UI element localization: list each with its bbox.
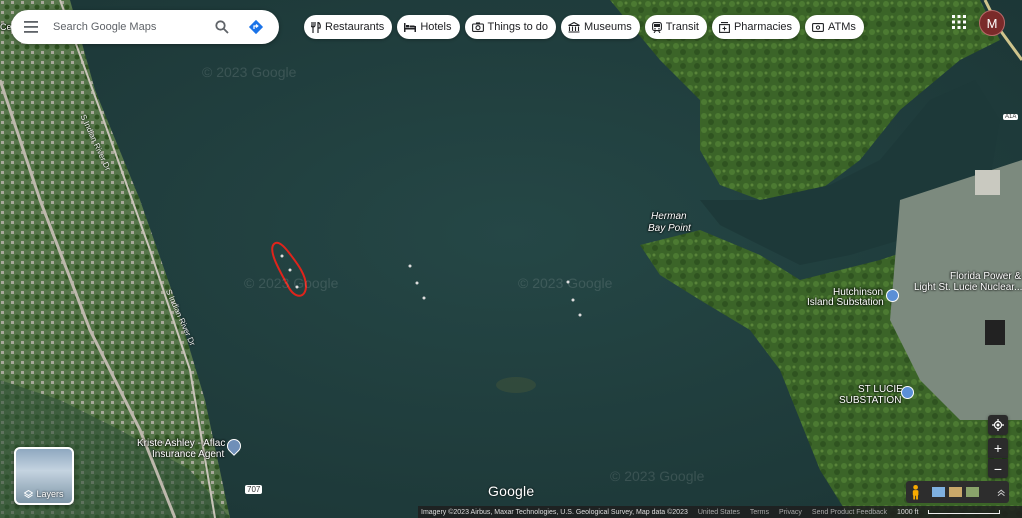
- search-box: [11, 10, 279, 44]
- atm-icon: [812, 22, 824, 32]
- place-label-hutchinson-2[interactable]: Island Substation: [807, 297, 884, 308]
- imagery-thumbnail[interactable]: [966, 487, 980, 497]
- search-button[interactable]: [205, 10, 239, 44]
- watermark: © 2023 Google: [202, 64, 297, 80]
- chip-atms[interactable]: ATMs: [805, 15, 864, 39]
- substation-marker-icon[interactable]: [886, 289, 899, 302]
- pegman-icon[interactable]: [910, 484, 921, 500]
- chip-label: Hotels: [420, 21, 452, 33]
- chip-label: Museums: [584, 21, 632, 33]
- account-avatar[interactable]: M: [979, 10, 1005, 36]
- directions-button[interactable]: [239, 10, 273, 44]
- chip-pharmacies[interactable]: Pharmacies: [711, 15, 801, 39]
- chip-label: Things to do: [487, 21, 549, 33]
- google-logo: Google: [488, 483, 535, 499]
- search-input[interactable]: [51, 20, 205, 34]
- train-icon: [651, 21, 662, 33]
- watermark: © 2023 Google: [518, 275, 613, 291]
- layers-label: Layers: [36, 489, 64, 499]
- watermark: © 2023 Google: [244, 275, 339, 291]
- chip-museums[interactable]: Museums: [561, 15, 640, 39]
- edge-place-label: Ce: [0, 22, 12, 32]
- plus-icon: +: [993, 440, 1003, 456]
- my-location-button[interactable]: [988, 415, 1008, 435]
- bed-icon: [404, 22, 417, 32]
- scale-label[interactable]: 1000 ft: [897, 509, 918, 516]
- chip-things-to-do[interactable]: Things to do: [464, 15, 557, 39]
- scale-bar: [928, 510, 1001, 514]
- terms-link[interactable]: Terms: [750, 509, 769, 516]
- pharmacy-icon: [719, 21, 730, 33]
- place-label-fpl[interactable]: Florida Power &: [950, 271, 1021, 282]
- imagery-thumbnail[interactable]: [932, 487, 946, 497]
- bottom-tools: [906, 481, 1009, 503]
- chevron-up-icon[interactable]: [997, 488, 1005, 497]
- privacy-link[interactable]: Privacy: [779, 509, 802, 516]
- chip-label: Transit: [665, 21, 699, 33]
- camera-icon: [471, 22, 484, 32]
- place-label-fpl-2[interactable]: Light St. Lucie Nuclear...: [914, 282, 1022, 293]
- layers-button[interactable]: Layers: [14, 447, 74, 505]
- chip-hotels[interactable]: Hotels: [397, 15, 460, 39]
- chip-transit[interactable]: Transit: [644, 15, 707, 39]
- category-chips: Restaurants Hotels Things to do Museums …: [304, 15, 864, 39]
- route-shield: 707: [245, 485, 263, 494]
- chip-restaurants[interactable]: Restaurants: [304, 15, 393, 39]
- imagery-thumbnail[interactable]: [949, 487, 963, 497]
- layers-icon: [24, 489, 34, 498]
- zoom-out-button[interactable]: −: [988, 459, 1008, 478]
- chip-label: Restaurants: [325, 21, 385, 33]
- museum-icon: [568, 21, 580, 33]
- location-target-icon: [992, 419, 1004, 431]
- route-shield: A1A: [1003, 114, 1019, 120]
- hamburger-menu-icon: [24, 21, 38, 33]
- minus-icon: −: [993, 460, 1003, 477]
- country-link[interactable]: United States: [698, 509, 740, 516]
- place-label-herman-2: Bay Point: [648, 223, 691, 234]
- chip-label: ATMs: [828, 21, 856, 33]
- imagery-attribution: Imagery ©2023 Airbus, Maxar Technologies…: [421, 508, 688, 516]
- attribution-bar: Imagery ©2023 Airbus, Maxar Technologies…: [418, 506, 1022, 518]
- place-label-line: Herman: [651, 211, 687, 222]
- menu-button[interactable]: [11, 10, 51, 44]
- substation-marker-icon[interactable]: [901, 386, 914, 399]
- place-label-kriste[interactable]: Kriste Ashley - Aflac: [137, 438, 225, 449]
- google-apps-icon[interactable]: [950, 13, 968, 31]
- watermark: © 2023 Google: [610, 468, 705, 484]
- place-label-kriste-2[interactable]: Insurance Agent: [152, 449, 224, 460]
- search-icon: [215, 20, 229, 34]
- place-label-st-lucie[interactable]: ST LUCIE: [858, 384, 903, 395]
- directions-icon: [248, 19, 264, 35]
- fork-knife-icon: [311, 21, 321, 33]
- place-label-herman[interactable]: Herman: [651, 211, 687, 222]
- place-label-st-lucie-2[interactable]: SUBSTATION: [839, 395, 901, 406]
- chip-label: Pharmacies: [733, 21, 793, 33]
- zoom-in-button[interactable]: +: [988, 438, 1008, 458]
- feedback-link[interactable]: Send Product Feedback: [812, 509, 887, 516]
